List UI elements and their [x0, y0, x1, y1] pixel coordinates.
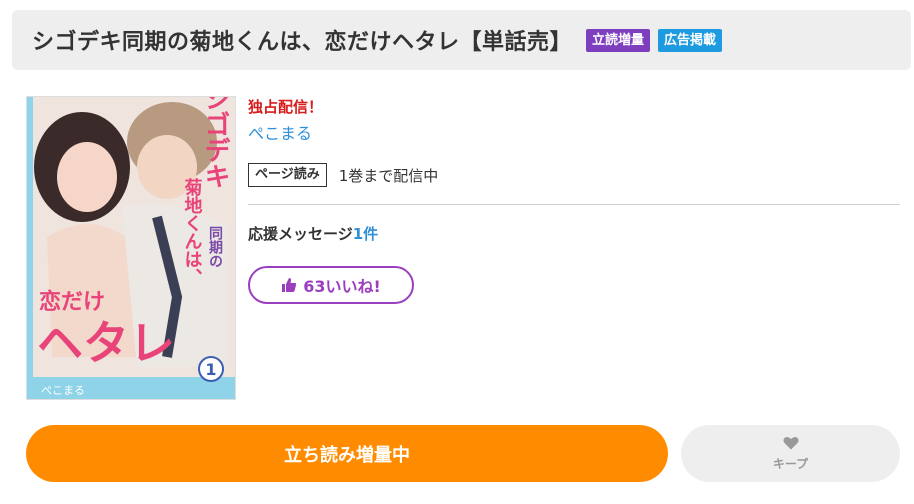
divider	[248, 204, 900, 205]
page-title: シゴデキ同期の菊地くんは、恋だけヘタレ【単話売】	[32, 30, 573, 55]
availability-text: 1巻まで配信中	[338, 166, 439, 185]
svg-text:同期の: 同期の	[207, 226, 223, 268]
format-row: ページ読み 1巻まで配信中	[248, 162, 900, 188]
cover-image[interactable]: シゴデキ 同期の 菊地くんは、 恋だけ ヘタレ ぺこまる 1	[26, 96, 236, 400]
cover-art: シゴデキ 同期の 菊地くんは、 恋だけ ヘタレ ぺこまる 1	[27, 97, 235, 399]
support-message-link[interactable]: 応援メッセージ1件	[248, 223, 900, 245]
read-sample-button[interactable]: 立ち読み増量中	[26, 425, 668, 482]
cover-author: ぺこまる	[41, 384, 85, 397]
svg-text:ヘタレ: ヘタレ	[37, 316, 175, 370]
keep-label: キープ	[772, 457, 809, 471]
book-info: 独占配信！ ぺこまる ページ読み 1巻まで配信中 応援メッセージ1件 63いいね…	[248, 96, 900, 304]
title-bar: シゴデキ同期の菊地くんは、恋だけヘタレ【単話売】 立読増量 広告掲載	[12, 10, 911, 70]
format-tag: ページ読み	[248, 163, 327, 187]
svg-text:恋だけ: 恋だけ	[39, 289, 105, 315]
support-count: 1件	[352, 225, 379, 243]
keep-button[interactable]: キープ	[681, 425, 900, 482]
read-sample-label: 立ち読み増量中	[284, 444, 410, 466]
exclusive-label: 独占配信！	[248, 98, 324, 116]
like-button[interactable]: 63いいね!	[248, 266, 414, 304]
support-label: 応援メッセージ	[248, 225, 353, 243]
svg-text:菊地くんは、: 菊地くんは、	[182, 177, 203, 286]
heart-icon	[783, 435, 799, 454]
ad-badge: 広告掲載	[658, 28, 723, 52]
like-label: 63いいね!	[303, 277, 381, 296]
thumbs-up-icon	[281, 277, 297, 293]
campaign-badge: 立読増量	[586, 28, 651, 52]
cover-title-vertical: シゴデキ	[200, 97, 230, 189]
author-link[interactable]: ぺこまる	[248, 122, 900, 146]
cover-volume: 1	[205, 360, 216, 379]
